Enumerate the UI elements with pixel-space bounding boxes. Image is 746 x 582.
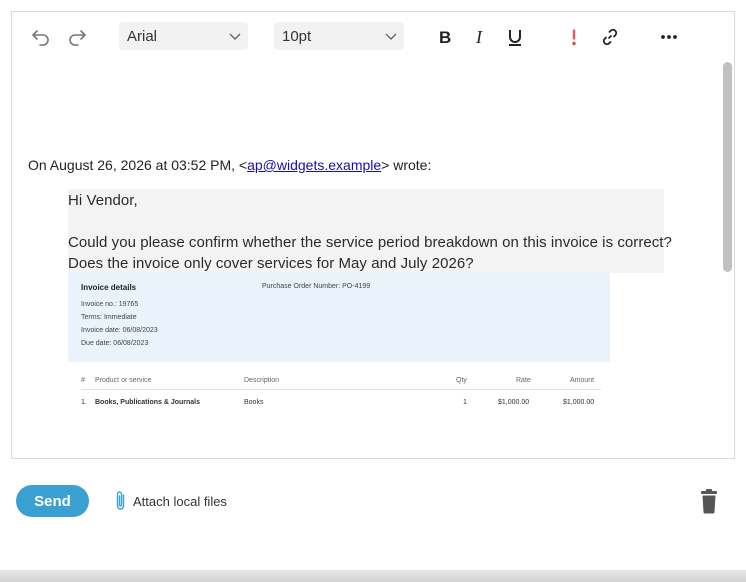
quote-email-link[interactable]: ap@widgets.example: [247, 157, 381, 173]
bold-icon[interactable]: B: [433, 24, 459, 50]
important-icon[interactable]: [561, 24, 587, 50]
invoice-col-num: #: [81, 377, 85, 384]
quote-header: On August 26, 2026 at 03:52 PM, <ap@widg…: [28, 157, 431, 173]
editor-scrollbar[interactable]: [722, 60, 734, 410]
quote-body-line-1: Could you please confirm whether the ser…: [68, 234, 672, 251]
formatting-toolbar: Arial 10pt B I: [12, 12, 734, 60]
redo-icon[interactable]: [64, 24, 90, 50]
message-editor: Arial 10pt B I On August 26, 2026 at 03:…: [11, 11, 735, 459]
underline-icon[interactable]: [502, 24, 528, 50]
italic-icon[interactable]: I: [468, 24, 494, 50]
font-size-value: 10pt: [282, 27, 312, 45]
font-family-value: Arial: [127, 27, 158, 45]
window-bottom-edge: [0, 570, 746, 582]
invoice-row-num: 1.: [81, 399, 87, 406]
invoice-details-panel: Invoice details Purchase Order Number: P…: [68, 273, 610, 362]
attach-files-button[interactable]: Attach local files: [112, 488, 227, 514]
invoice-col-rate: Rate: [516, 377, 531, 384]
invoice-terms: Terms: Immediate: [81, 314, 137, 321]
quoted-message: Hi Vendor, Could you please confirm whet…: [68, 189, 672, 273]
invoice-date: Invoice date: 06/08/2023: [81, 327, 158, 334]
more-icon[interactable]: [656, 24, 682, 50]
font-family-select[interactable]: Arial: [119, 22, 248, 50]
svg-text:I: I: [475, 27, 483, 47]
invoice-col-description: Description: [244, 377, 280, 384]
svg-text:B: B: [439, 28, 451, 47]
link-icon[interactable]: [597, 24, 623, 50]
invoice-row-product: Books, Publications & Journals: [95, 399, 201, 406]
invoice-row-qty: 1: [463, 399, 467, 406]
message-body[interactable]: On August 26, 2026 at 03:52 PM, <ap@widg…: [12, 60, 722, 410]
invoice-row-description: Books: [244, 399, 264, 406]
attach-files-label: Attach local files: [133, 493, 227, 509]
invoice-col-product: Product or service: [95, 377, 152, 384]
invoice-image: Invoice details Purchase Order Number: P…: [68, 273, 610, 410]
invoice-row-amount: $1,000.00: [563, 399, 595, 406]
invoice-title: Invoice details: [81, 283, 137, 292]
undo-icon[interactable]: [28, 24, 54, 50]
quote-body-line-2: Does the invoice only cover services for…: [68, 255, 474, 272]
invoice-col-amount: Amount: [570, 377, 595, 384]
quote-header-prefix: On August 26, 2026 at 03:52 PM, <: [28, 157, 248, 173]
send-button[interactable]: Send: [16, 485, 89, 517]
font-size-select[interactable]: 10pt: [274, 22, 404, 50]
scrollbar-thumb[interactable]: [723, 62, 732, 272]
trash-icon[interactable]: [697, 488, 721, 514]
quote-greeting: Hi Vendor,: [68, 192, 138, 209]
paperclip-icon: [116, 491, 125, 510]
chevron-down-icon: [385, 33, 397, 40]
invoice-po-number: Purchase Order Number: PO-4199: [262, 283, 371, 290]
invoice-number: Invoice no.: 19765: [81, 301, 139, 308]
invoice-row-rate: $1,000.00: [498, 399, 530, 406]
invoice-col-qty: Qty: [456, 377, 467, 384]
quote-header-suffix: > wrote:: [381, 157, 432, 173]
chevron-down-icon: [229, 33, 241, 40]
invoice-due-date: Due date: 06/08/2023: [81, 340, 149, 347]
invoice-divider: [81, 389, 601, 390]
